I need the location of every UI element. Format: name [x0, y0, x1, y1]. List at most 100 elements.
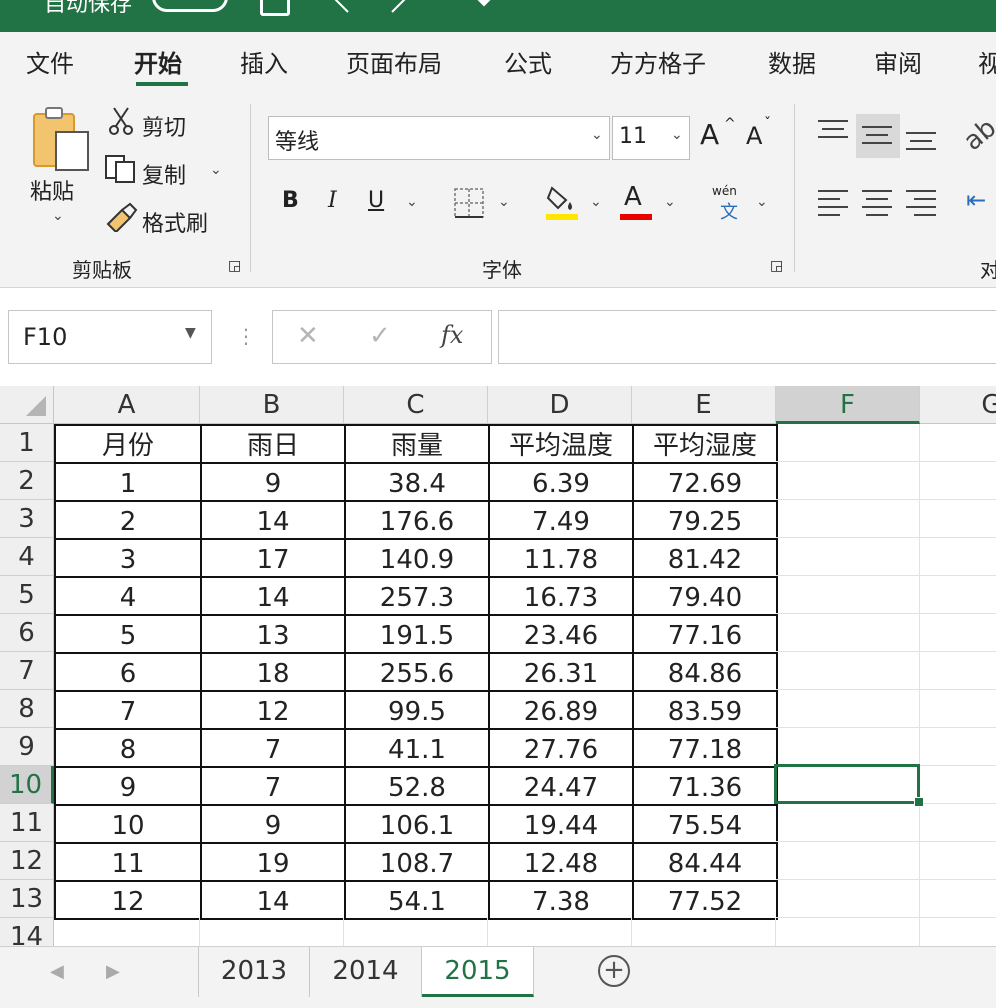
- row-header-10[interactable]: 10: [0, 766, 54, 804]
- cell-F1[interactable]: [776, 424, 920, 462]
- cancel-icon[interactable]: ✕: [297, 321, 319, 351]
- align-right-icon[interactable]: [906, 188, 938, 218]
- sheet-tab-2013[interactable]: 2013: [198, 947, 310, 997]
- cell-D8[interactable]: 26.89: [488, 690, 634, 730]
- name-box[interactable]: F10 ▼: [8, 310, 212, 364]
- cell-G10[interactable]: [920, 766, 996, 804]
- column-header-B[interactable]: B: [200, 386, 344, 424]
- bold-button[interactable]: B: [282, 188, 299, 213]
- cell-C9[interactable]: 41.1: [344, 728, 490, 768]
- cell-D10[interactable]: 24.47: [488, 766, 634, 806]
- italic-button[interactable]: I: [328, 188, 337, 213]
- cell-F14[interactable]: [776, 918, 920, 946]
- cell-F6[interactable]: [776, 614, 920, 652]
- cell-F3[interactable]: [776, 500, 920, 538]
- font-name-dropdown-icon[interactable]: ⌄: [591, 127, 603, 143]
- underline-dropdown-icon[interactable]: ⌄: [406, 194, 418, 210]
- cell-C10[interactable]: 52.8: [344, 766, 490, 806]
- borders-dropdown-icon[interactable]: ⌄: [498, 194, 510, 210]
- tab-formulas[interactable]: 公式: [504, 44, 552, 79]
- cell-E9[interactable]: 77.18: [632, 728, 778, 768]
- cell-E13[interactable]: 77.52: [632, 880, 778, 920]
- cell-E2[interactable]: 72.69: [632, 462, 778, 502]
- cell-C3[interactable]: 176.6: [344, 500, 490, 540]
- row-header-8[interactable]: 8: [0, 690, 54, 728]
- cell-E14[interactable]: [632, 918, 776, 946]
- decrease-indent-icon[interactable]: ⇤: [966, 186, 986, 214]
- row-header-2[interactable]: 2: [0, 462, 54, 500]
- cell-F12[interactable]: [776, 842, 920, 880]
- cell-E3[interactable]: 79.25: [632, 500, 778, 540]
- cell-D7[interactable]: 26.31: [488, 652, 634, 692]
- prev-sheet-icon[interactable]: ◀: [50, 961, 64, 982]
- cell-B14[interactable]: [200, 918, 344, 946]
- cell-D1[interactable]: 平均温度: [488, 424, 634, 464]
- font-size-box[interactable]: 11 ⌄: [612, 116, 690, 160]
- cell-F4[interactable]: [776, 538, 920, 576]
- cell-B9[interactable]: 7: [200, 728, 346, 768]
- cell-F7[interactable]: [776, 652, 920, 690]
- cell-G9[interactable]: [920, 728, 996, 766]
- next-sheet-icon[interactable]: ▶: [106, 961, 120, 982]
- cell-D4[interactable]: 11.78: [488, 538, 634, 578]
- shrink-font-button[interactable]: A: [746, 122, 762, 150]
- cell-C12[interactable]: 108.7: [344, 842, 490, 882]
- cell-C1[interactable]: 雨量: [344, 424, 490, 464]
- copy-dropdown-icon[interactable]: ⌄: [210, 162, 222, 178]
- format-painter-icon[interactable]: [104, 202, 138, 232]
- cell-G6[interactable]: [920, 614, 996, 652]
- cell-A12[interactable]: 11: [54, 842, 202, 882]
- cell-A9[interactable]: 8: [54, 728, 202, 768]
- select-all-button[interactable]: [0, 386, 54, 424]
- insert-function-icon[interactable]: fx: [441, 321, 463, 349]
- column-header-F[interactable]: F: [776, 386, 920, 424]
- paste-label[interactable]: 粘贴: [30, 174, 74, 206]
- cell-B4[interactable]: 17: [200, 538, 346, 578]
- sheet-tab-2014[interactable]: 2014: [310, 947, 422, 997]
- phonetic-guide-top[interactable]: wén: [712, 184, 737, 198]
- cell-B8[interactable]: 12: [200, 690, 346, 730]
- cell-B7[interactable]: 18: [200, 652, 346, 692]
- formula-input[interactable]: [498, 310, 996, 364]
- row-header-1[interactable]: 1: [0, 424, 54, 462]
- tab-file[interactable]: 文件: [26, 44, 74, 79]
- align-center-icon[interactable]: [862, 188, 894, 218]
- cell-A7[interactable]: 6: [54, 652, 202, 692]
- cell-C7[interactable]: 255.6: [344, 652, 490, 692]
- cell-D11[interactable]: 19.44: [488, 804, 634, 844]
- cell-C4[interactable]: 140.9: [344, 538, 490, 578]
- cell-A1[interactable]: 月份: [54, 424, 202, 464]
- cell-C11[interactable]: 106.1: [344, 804, 490, 844]
- cell-G1[interactable]: [920, 424, 996, 462]
- cell-G5[interactable]: [920, 576, 996, 614]
- row-header-4[interactable]: 4: [0, 538, 54, 576]
- cell-F11[interactable]: [776, 804, 920, 842]
- cell-D9[interactable]: 27.76: [488, 728, 634, 768]
- cell-C13[interactable]: 54.1: [344, 880, 490, 920]
- tab-home[interactable]: 开始: [134, 44, 182, 79]
- cell-D3[interactable]: 7.49: [488, 500, 634, 540]
- fill-color-icon[interactable]: [544, 182, 580, 222]
- formula-bar-grip-icon[interactable]: ⋮: [236, 324, 256, 348]
- column-header-G[interactable]: G: [920, 386, 996, 424]
- cell-E5[interactable]: 79.40: [632, 576, 778, 616]
- cell-D5[interactable]: 16.73: [488, 576, 634, 616]
- copy-button[interactable]: 复制: [142, 158, 186, 190]
- cell-B2[interactable]: 9: [200, 462, 346, 502]
- row-header-9[interactable]: 9: [0, 728, 54, 766]
- add-sheet-button[interactable]: +: [598, 955, 630, 987]
- fill-color-dropdown-icon[interactable]: ⌄: [590, 194, 602, 210]
- cell-E1[interactable]: 平均湿度: [632, 424, 778, 464]
- font-name-box[interactable]: 等线 ⌄: [268, 116, 610, 160]
- cell-C2[interactable]: 38.4: [344, 462, 490, 502]
- cell-C14[interactable]: [344, 918, 488, 946]
- tab-insert[interactable]: 插入: [240, 44, 288, 79]
- column-header-C[interactable]: C: [344, 386, 488, 424]
- phonetic-dropdown-icon[interactable]: ⌄: [756, 194, 768, 210]
- clipboard-launcher-icon[interactable]: ◲: [228, 258, 241, 274]
- cell-A8[interactable]: 7: [54, 690, 202, 730]
- cell-B6[interactable]: 13: [200, 614, 346, 654]
- align-bottom-icon[interactable]: [906, 126, 938, 156]
- align-top-icon[interactable]: [818, 118, 850, 148]
- cell-B12[interactable]: 19: [200, 842, 346, 882]
